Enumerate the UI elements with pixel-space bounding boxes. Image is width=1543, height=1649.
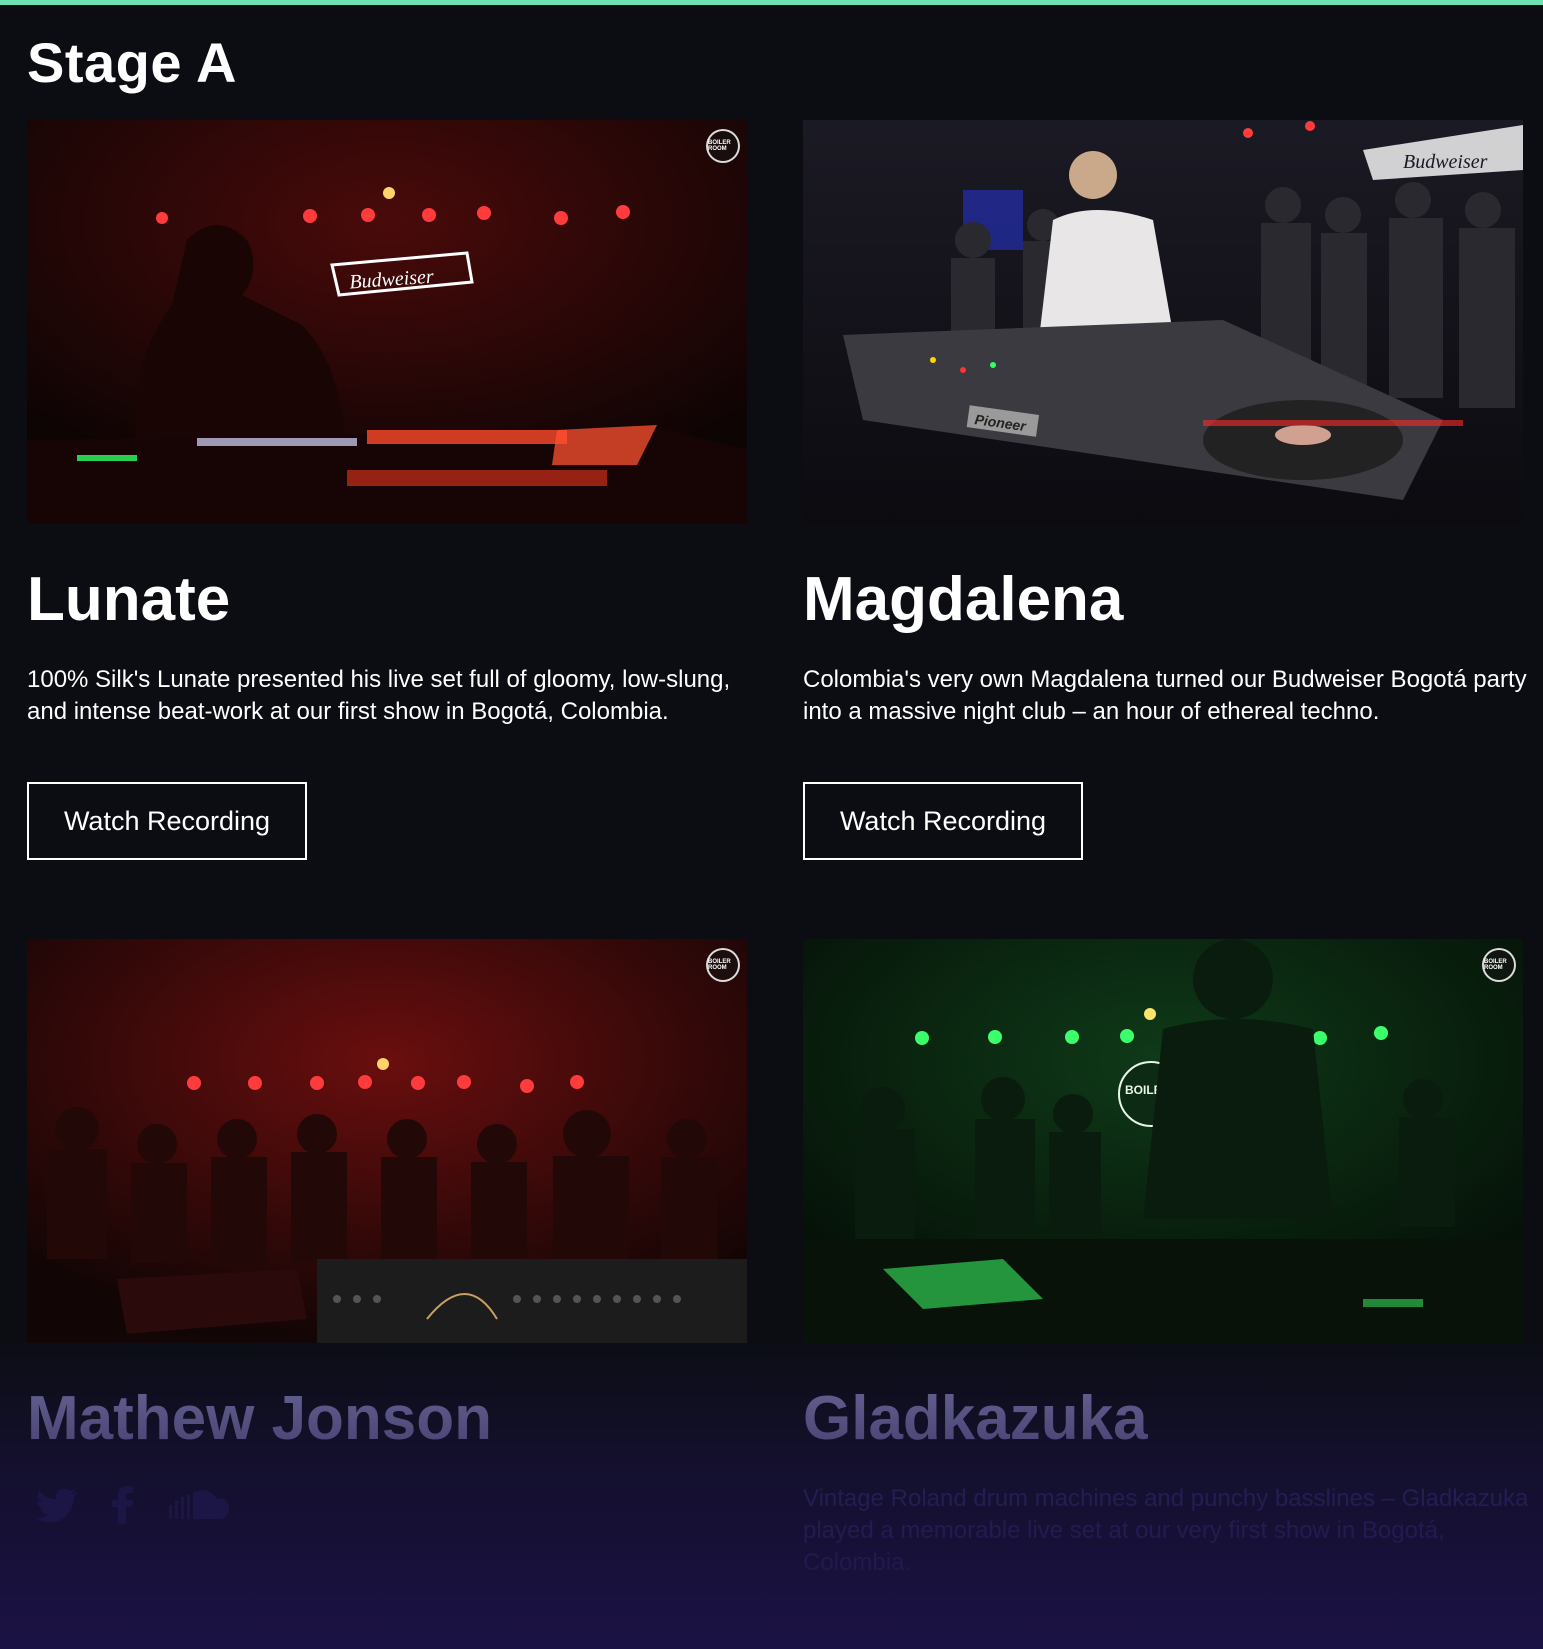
- artist-description: 100% Silk's Lunate presented his live se…: [27, 666, 731, 725]
- artist-card-magdalena: Budweiser Pioneer Magdalena Colombia's v…: [803, 120, 1527, 860]
- gladkazuka-photo: BOILER ROOM: [803, 939, 1523, 1343]
- artist-name: Gladkazuka: [803, 1384, 1148, 1453]
- twitter-icon[interactable]: [35, 1488, 77, 1522]
- social-links: [35, 1486, 231, 1524]
- artist-name: Mathew Jonson: [27, 1384, 493, 1453]
- lunate-thumbnail[interactable]: Budweiser BOILER ROOM: [27, 120, 747, 524]
- artist-description: Vintage Roland drum machines and punchy …: [803, 1485, 1529, 1576]
- watch-recording-button[interactable]: Watch Recording: [27, 782, 307, 860]
- artist-name: Lunate: [27, 565, 231, 634]
- stage-title: Stage A: [27, 31, 237, 94]
- watch-recording-button[interactable]: Watch Recording: [803, 782, 1083, 860]
- facebook-icon[interactable]: [111, 1486, 135, 1524]
- artist-card-mathew-jonson: BOILER ROOM Mathew Jonson: [27, 939, 747, 1524]
- soundcloud-icon[interactable]: [169, 1487, 231, 1523]
- artist-name: Magdalena: [803, 565, 1124, 634]
- magdalena-sign-text: Budweiser: [1403, 151, 1488, 173]
- gladkazuka-thumbnail[interactable]: BOILER ROOM BOILER ROOM: [803, 939, 1523, 1343]
- boiler-room-logo: BOILER ROOM: [706, 948, 740, 982]
- lunate-photo: Budweiser: [27, 120, 747, 524]
- artist-card-gladkazuka: BOILER ROOM BOILER ROOM Gladkazuka Vinta…: [803, 939, 1528, 1576]
- boiler-room-logo: BOILER ROOM: [706, 129, 740, 163]
- top-accent-bar: [0, 0, 1543, 5]
- artist-description: Colombia's very own Magdalena turned our…: [803, 666, 1527, 725]
- mathew-jonson-photo: [27, 939, 747, 1343]
- magdalena-photo: Budweiser Pioneer: [803, 120, 1523, 524]
- artist-card-lunate: Budweiser BOILER ROOM Lunate 100% Silk's…: [27, 120, 747, 860]
- boiler-room-logo: BOILER ROOM: [1482, 948, 1516, 982]
- magdalena-thumbnail[interactable]: Budweiser Pioneer: [803, 120, 1523, 524]
- mathew-jonson-thumbnail[interactable]: BOILER ROOM: [27, 939, 747, 1343]
